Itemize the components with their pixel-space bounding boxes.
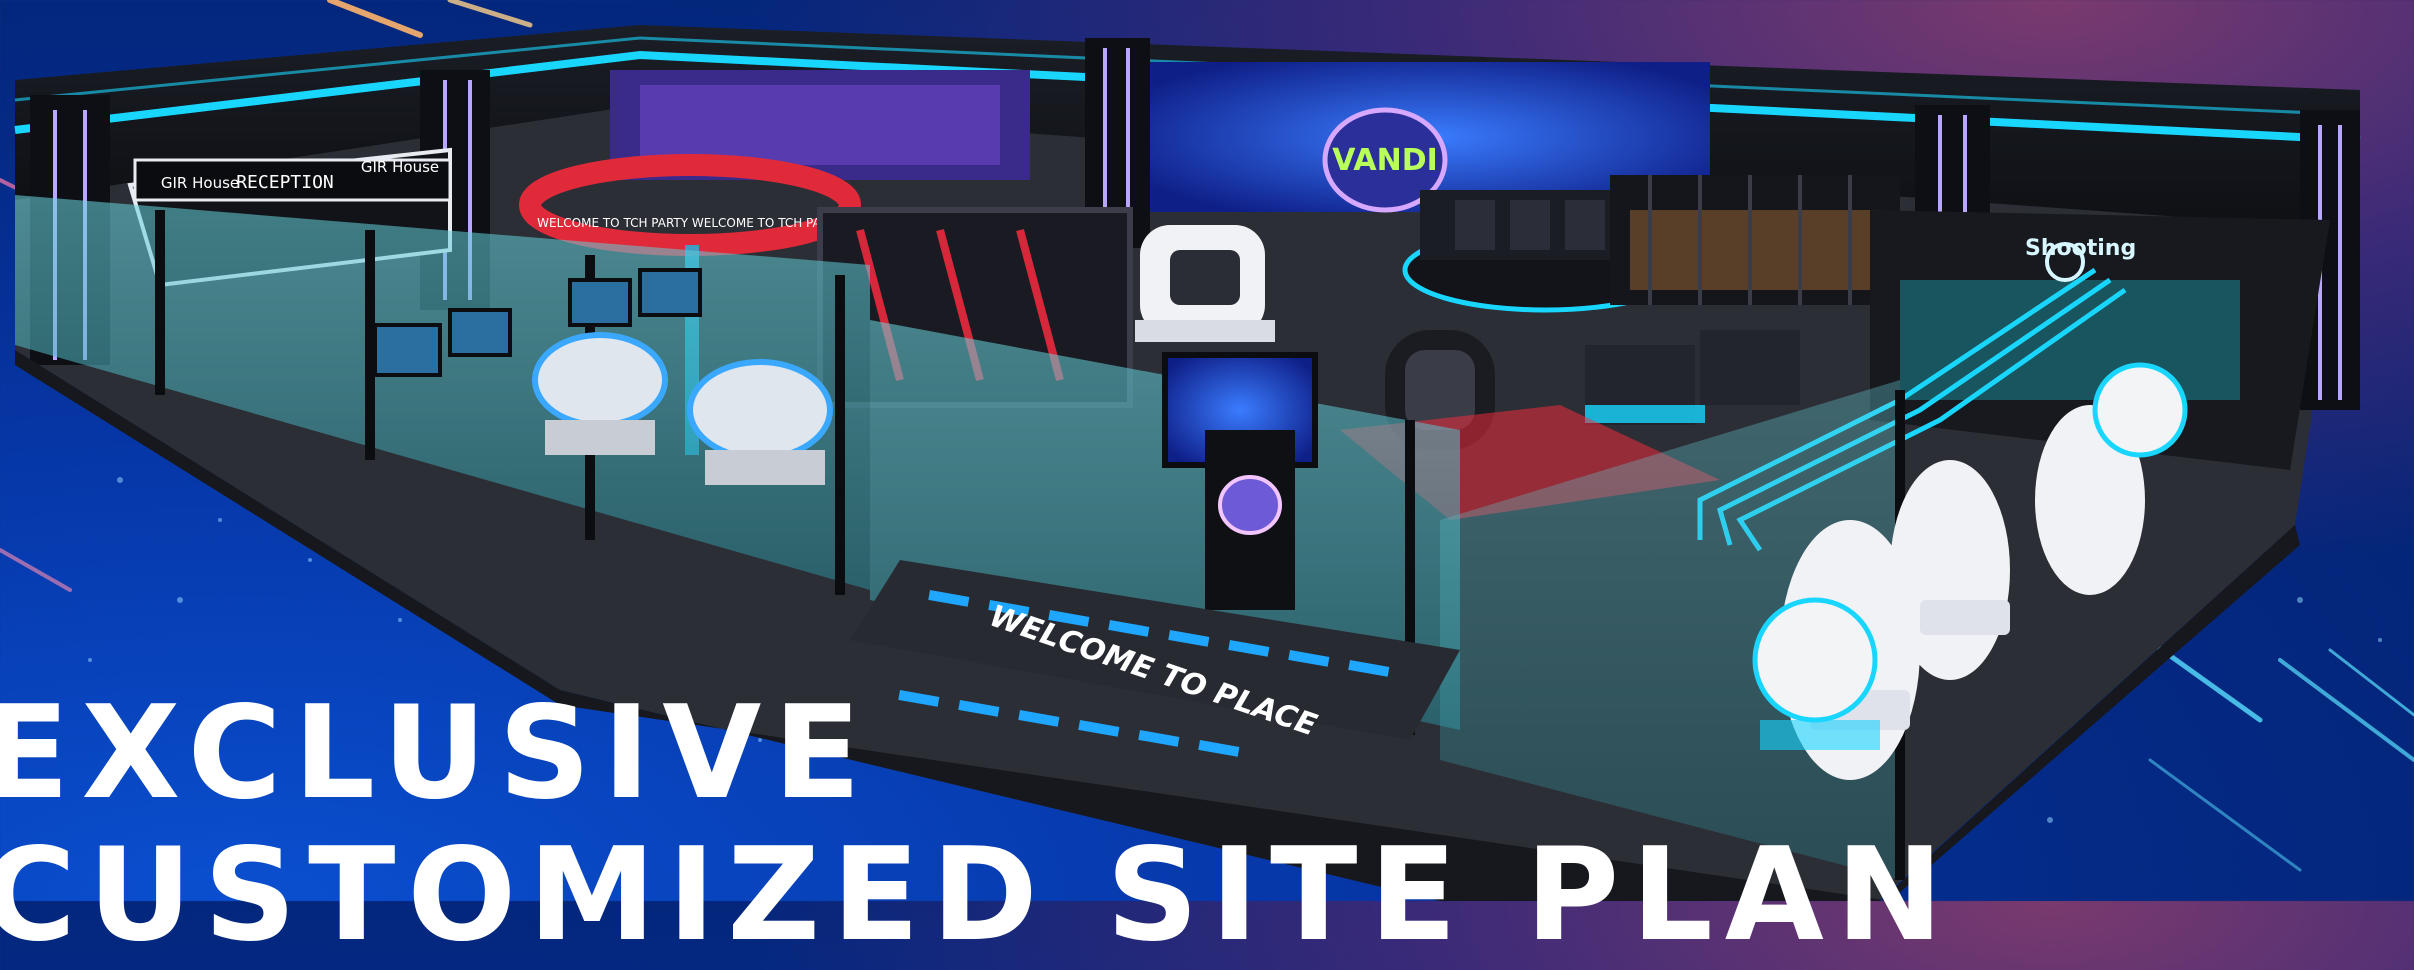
vr-egg-chair-center (1135, 225, 1275, 342)
racing-wall-screen-detail (640, 85, 1000, 165)
reception-sign: RECEPTION (236, 172, 334, 193)
brand-logo-right: GIR House (361, 158, 439, 176)
headline-line-2: CUSTOMIZED SITE PLAN (0, 821, 1955, 970)
brand-logo-left: GIR House (161, 174, 239, 192)
headline-line-1: EXCLUSIVE (0, 679, 873, 828)
arena-cage-rooms (1610, 175, 1900, 305)
screen-logo: VANDI (1332, 143, 1438, 178)
ring-banner-text: WELCOME TO TCH PARTY WELCOME TO TCH PART… (537, 216, 843, 230)
